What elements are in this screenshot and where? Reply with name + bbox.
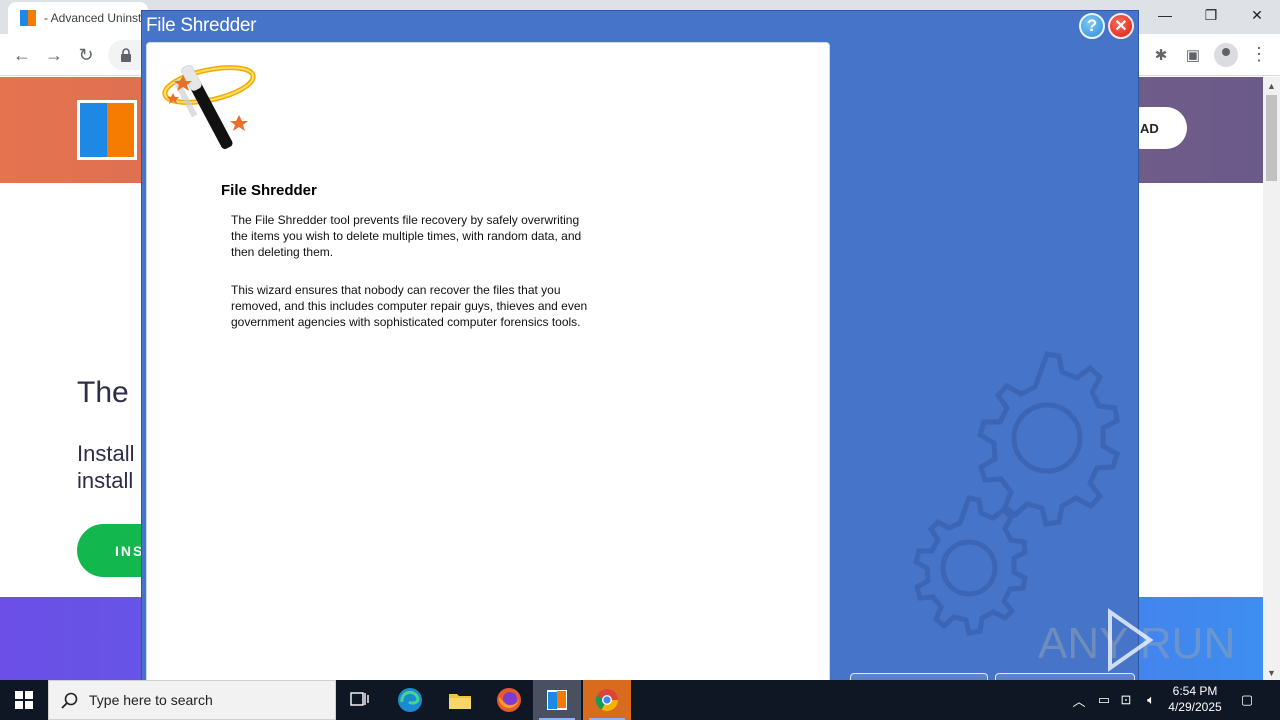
panel-heading: File Shredder bbox=[221, 182, 317, 199]
taskbar: Type here to search ︿ ▭ ⊡ 🔈︎ 6:54 PM 4/2… bbox=[0, 680, 1280, 720]
lock-icon bbox=[121, 48, 131, 62]
scroll-down-icon[interactable]: ▼ bbox=[1267, 668, 1276, 678]
search-placeholder: Type here to search bbox=[89, 692, 213, 708]
file-explorer-taskbar-button[interactable] bbox=[436, 680, 484, 720]
site-favicon-icon bbox=[20, 10, 36, 26]
tray-overflow-chevron-icon[interactable]: ︿ bbox=[1068, 680, 1090, 720]
chrome-taskbar-button[interactable] bbox=[583, 680, 631, 720]
start-button[interactable] bbox=[0, 680, 48, 720]
wizard-title: File Shredder bbox=[146, 15, 257, 36]
uninstaller-taskbar-button[interactable] bbox=[533, 680, 581, 720]
uninstaller-app-icon bbox=[547, 690, 567, 710]
page-scrollbar[interactable]: ▲ ▼ bbox=[1263, 77, 1280, 680]
task-view-button[interactable] bbox=[336, 680, 384, 720]
site-logo[interactable] bbox=[77, 100, 137, 160]
tray-device-icon[interactable]: ▭ bbox=[1094, 680, 1114, 720]
firefox-taskbar-button[interactable] bbox=[485, 680, 533, 720]
scrollbar-thumb[interactable] bbox=[1266, 95, 1277, 181]
edge-icon bbox=[398, 688, 422, 712]
tab-title: - Advanced Uninst bbox=[44, 11, 142, 25]
scroll-up-icon[interactable]: ▲ bbox=[1267, 81, 1276, 91]
logo-blue-block bbox=[80, 103, 107, 157]
restore-button[interactable]: ❐ bbox=[1188, 0, 1234, 30]
window-close-button[interactable]: ✕ bbox=[1234, 0, 1280, 30]
minimize-button[interactable]: — bbox=[1142, 0, 1188, 30]
wizard-content-panel: File Shredder The File Shredder tool pre… bbox=[146, 42, 830, 703]
intro-paragraph: The File Shredder tool prevents file rec… bbox=[231, 213, 582, 259]
assurance-paragraph: This wizard ensures that nobody can reco… bbox=[231, 283, 588, 329]
window-controls: — ❐ ✕ bbox=[1142, 0, 1280, 30]
clock-time: 6:54 PM bbox=[1172, 684, 1218, 698]
back-arrow-icon[interactable]: ← bbox=[10, 43, 34, 67]
search-icon bbox=[61, 692, 78, 709]
close-button[interactable]: ✕ bbox=[1108, 13, 1134, 39]
profile-avatar-icon[interactable] bbox=[1214, 43, 1238, 67]
help-button[interactable]: ? bbox=[1079, 13, 1105, 39]
extensions-puzzle-icon[interactable]: ✱ bbox=[1150, 44, 1172, 66]
folder-icon bbox=[449, 694, 471, 709]
chrome-icon bbox=[595, 689, 618, 711]
logo-orange-block bbox=[107, 103, 134, 157]
gears-decoration-icon bbox=[913, 351, 1120, 636]
taskbar-clock[interactable]: 6:54 PM 4/29/2025 bbox=[1160, 683, 1230, 715]
magic-wand-icon bbox=[162, 64, 256, 150]
page-subline: Install install bbox=[77, 441, 135, 493]
notifications-icon[interactable]: ▢ bbox=[1236, 680, 1258, 720]
side-panel-icon[interactable]: ▣ bbox=[1182, 44, 1204, 66]
network-icon[interactable]: ⊡ bbox=[1116, 680, 1136, 720]
forward-arrow-icon[interactable]: → bbox=[42, 43, 66, 67]
reload-icon[interactable]: ↻ bbox=[74, 43, 98, 67]
firefox-icon bbox=[497, 688, 521, 712]
browser-menu-icon[interactable]: ⋮ bbox=[1250, 44, 1268, 65]
clock-date: 4/29/2025 bbox=[1168, 700, 1222, 714]
task-view-icon bbox=[350, 692, 369, 706]
windows-logo-icon bbox=[15, 691, 33, 709]
volume-icon[interactable]: 🔈︎ bbox=[1140, 680, 1162, 720]
taskbar-search-box[interactable]: Type here to search bbox=[48, 680, 336, 720]
watermark-text: ANY RUN bbox=[1038, 619, 1235, 668]
edge-taskbar-button[interactable] bbox=[386, 680, 434, 720]
page-headline: The bbox=[77, 376, 129, 409]
browser-tab[interactable]: - Advanced Uninst bbox=[8, 2, 148, 34]
file-shredder-window: File Shredder ? ✕ File Shredder The File… bbox=[141, 10, 1139, 703]
anyrun-watermark: ANY RUN bbox=[1038, 608, 1235, 672]
